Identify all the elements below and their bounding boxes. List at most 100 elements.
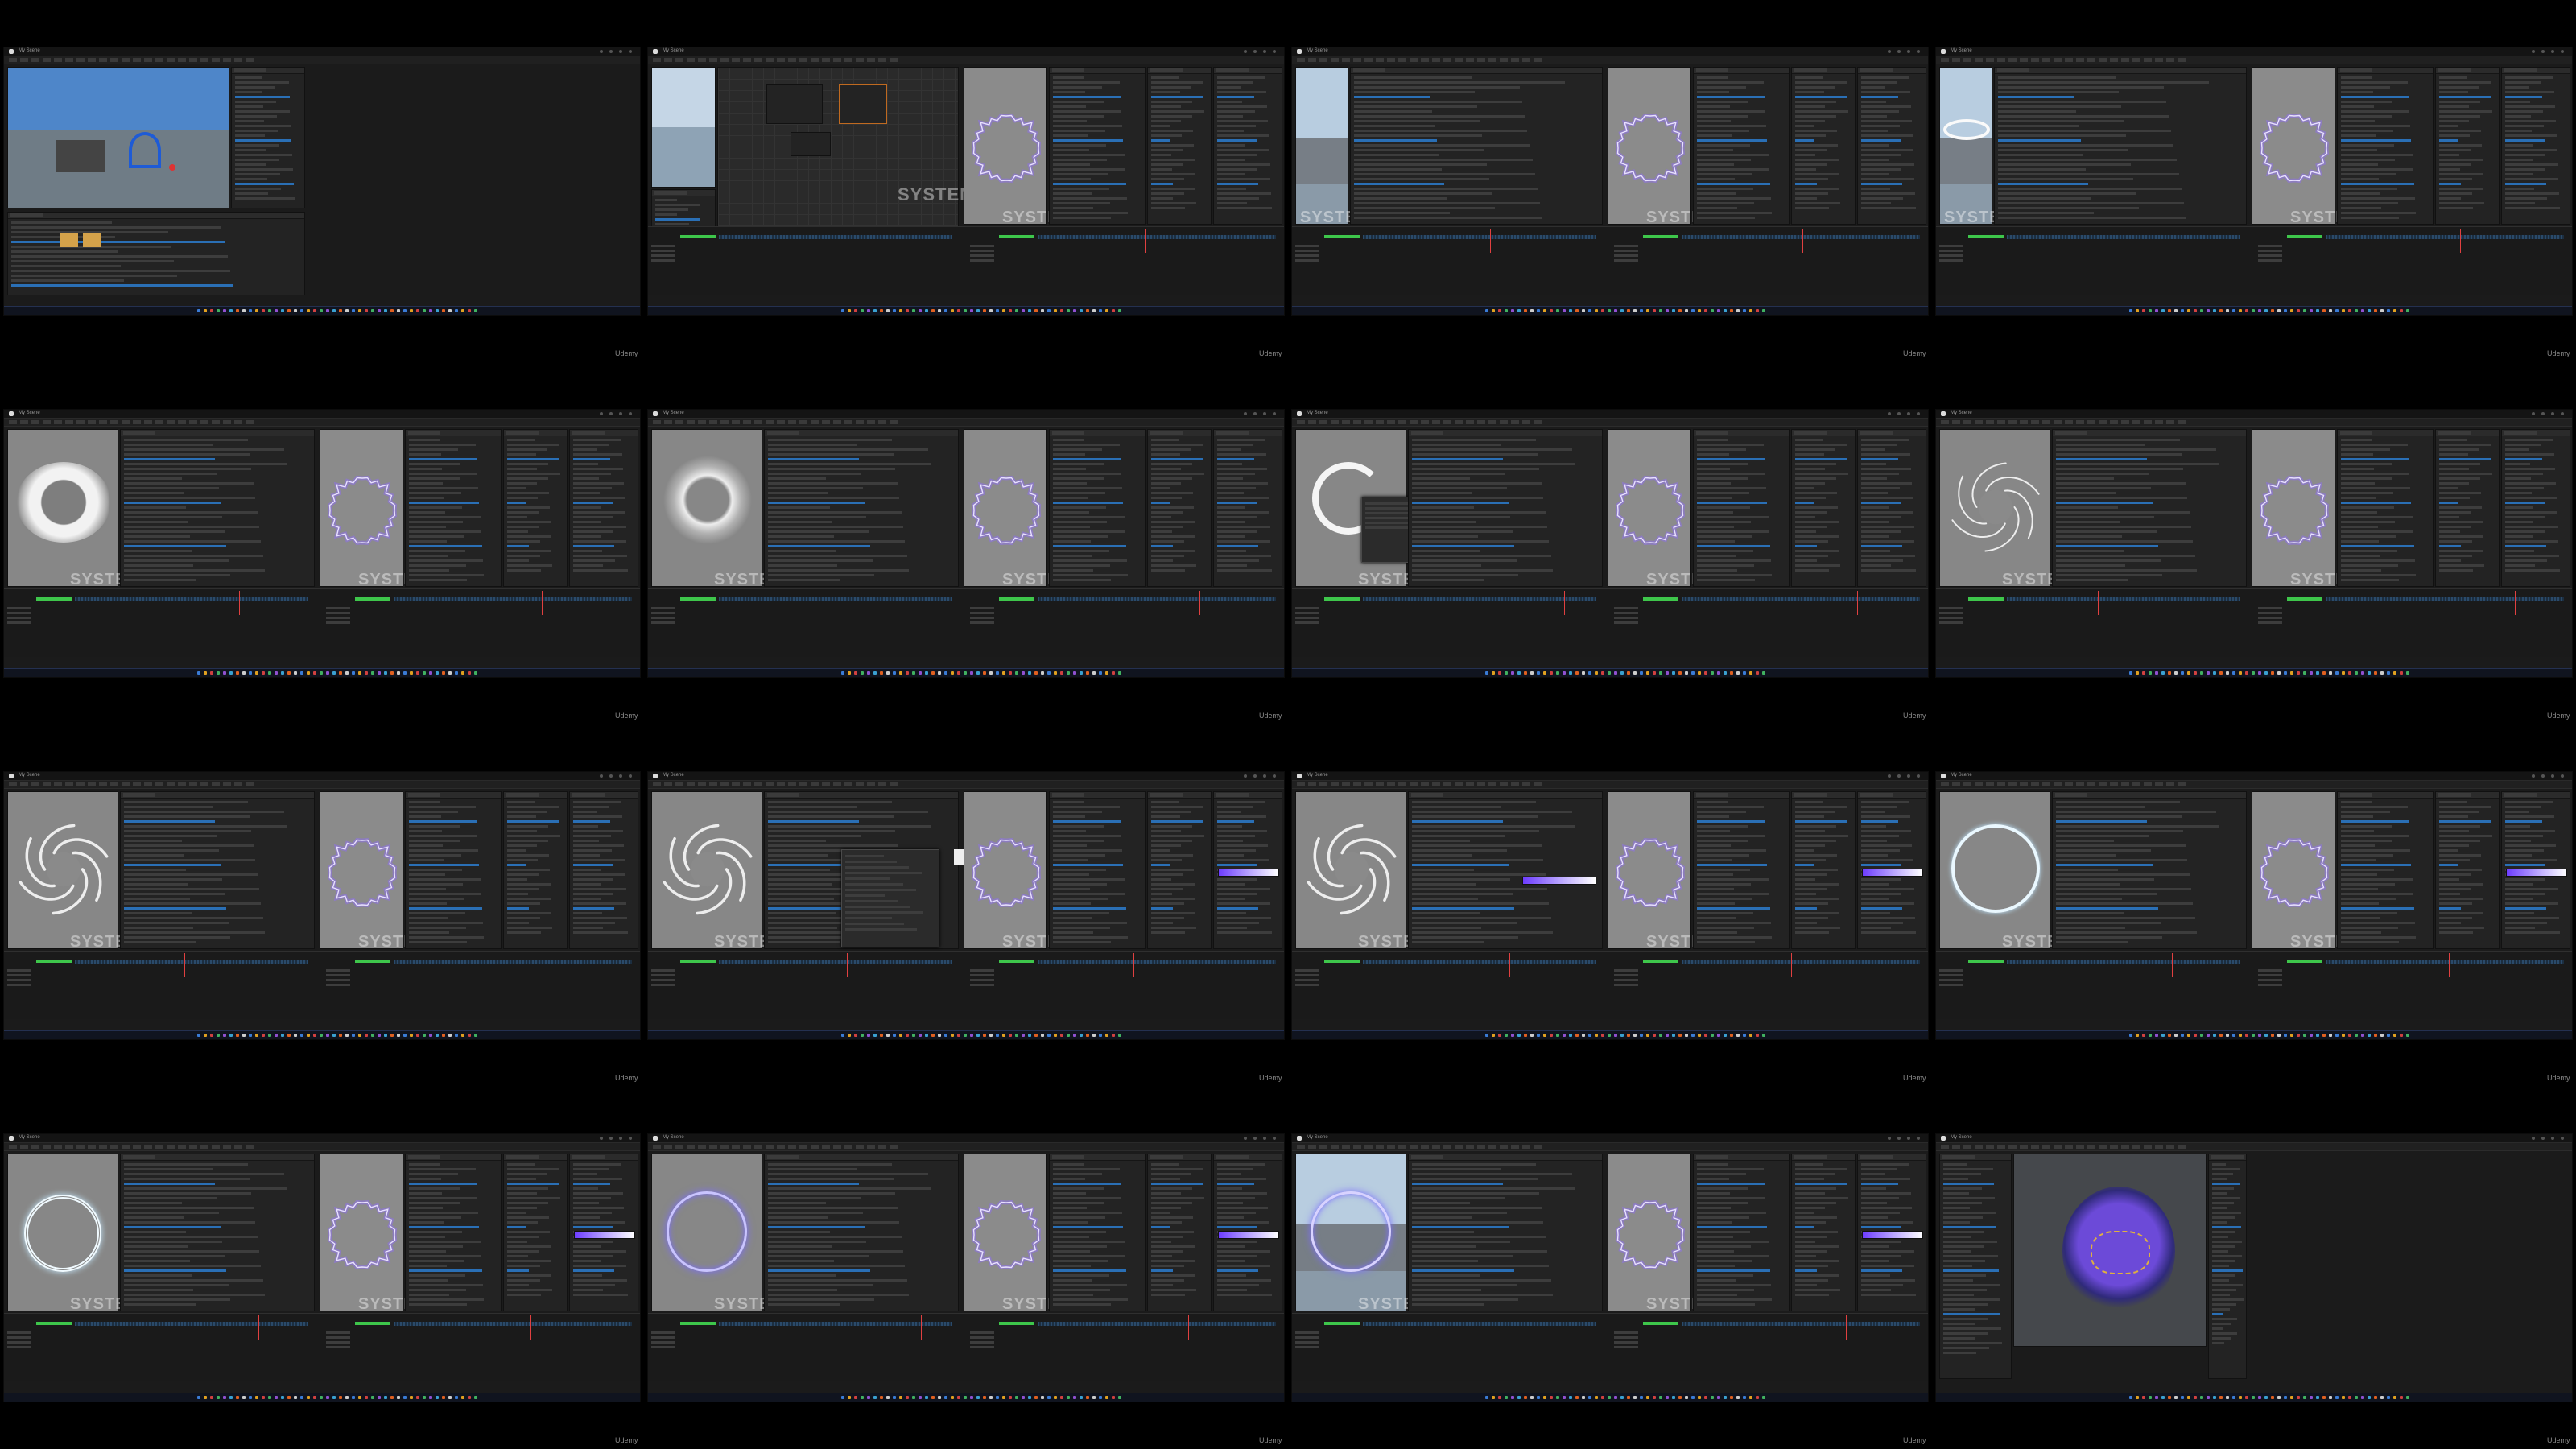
taskbar-app-icon[interactable] (249, 309, 252, 312)
property-row[interactable] (409, 811, 459, 813)
property-row[interactable] (768, 497, 900, 499)
property-row[interactable] (1151, 168, 1172, 171)
property-row[interactable] (573, 849, 612, 852)
timeline-track-active[interactable] (2287, 597, 2322, 601)
property-row[interactable] (1795, 192, 1829, 195)
toolbar-button[interactable] (76, 58, 85, 62)
property-row[interactable] (1151, 1178, 1180, 1180)
property-row[interactable] (507, 1187, 548, 1190)
property-row[interactable] (1697, 569, 1737, 572)
property-row[interactable] (2056, 830, 2184, 832)
property-row[interactable] (1053, 820, 1121, 823)
taskbar-app-icon[interactable] (410, 1034, 413, 1037)
toolbar-button[interactable] (811, 58, 819, 62)
toolbar-button[interactable] (1997, 782, 2005, 786)
property-row[interactable] (2056, 859, 2188, 861)
property-row[interactable] (1795, 1250, 1827, 1253)
property-row[interactable] (2505, 463, 2531, 465)
property-row[interactable] (573, 917, 628, 919)
color-gradient-editor[interactable] (1862, 869, 1923, 877)
toolbar-button[interactable] (1297, 420, 1305, 424)
asset-thumbnail[interactable] (60, 233, 78, 247)
property-row[interactable] (1053, 217, 1111, 219)
property-row[interactable] (768, 840, 826, 842)
taskbar-app-icon[interactable] (938, 671, 941, 675)
taskbar-app-icon[interactable] (1711, 671, 1714, 675)
taskbar-app-icon[interactable] (204, 671, 207, 675)
taskbar-app-icon[interactable] (2271, 671, 2274, 675)
toolbar-button[interactable] (1941, 420, 1949, 424)
taskbar-app-icon[interactable] (2335, 671, 2339, 675)
taskbar-app-icon[interactable] (2142, 309, 2145, 312)
property-row[interactable] (507, 521, 551, 523)
property-row[interactable] (1412, 801, 1536, 803)
property-row[interactable] (1795, 120, 1826, 122)
property-row[interactable] (1943, 1347, 1990, 1349)
property-row[interactable] (1795, 1207, 1826, 1209)
taskbar-app-icon[interactable] (1582, 1034, 1585, 1037)
property-row[interactable] (2439, 840, 2481, 842)
property-row[interactable] (1861, 521, 1889, 523)
property-row[interactable] (573, 912, 603, 914)
property-row[interactable] (1795, 1202, 1837, 1204)
property-row[interactable] (573, 1168, 610, 1170)
property-row[interactable] (1053, 439, 1084, 441)
taskbar-app-icon[interactable] (1086, 1034, 1089, 1037)
toolbar-button[interactable] (144, 1145, 152, 1149)
timeline-playhead[interactable] (2460, 229, 2461, 253)
panel-tab[interactable] (1353, 68, 1385, 72)
property-row[interactable] (507, 811, 547, 813)
property-row[interactable] (1151, 188, 1196, 190)
taskbar-app-icon[interactable] (255, 1034, 258, 1037)
property-row[interactable] (124, 1216, 184, 1219)
property-row[interactable] (1151, 811, 1191, 813)
taskbar-app-icon[interactable] (1530, 309, 1534, 312)
toolbar-button[interactable] (1511, 420, 1519, 424)
taskbar-app-icon[interactable] (390, 1034, 394, 1037)
property-row[interactable] (2341, 217, 2399, 219)
property-row[interactable] (2341, 559, 2416, 562)
property-row[interactable] (1151, 134, 1183, 137)
property-row[interactable] (768, 835, 861, 837)
property-row[interactable] (1412, 1192, 1540, 1195)
property-row[interactable] (768, 1173, 929, 1175)
taskbar-app-icon[interactable] (275, 671, 278, 675)
taskbar-app-icon[interactable] (1762, 309, 1765, 312)
property-row[interactable] (2505, 81, 2542, 84)
property-row[interactable] (2505, 101, 2531, 103)
taskbar-app-icon[interactable] (1724, 1396, 1727, 1399)
window-control-icon[interactable] (1263, 50, 1266, 53)
property-row[interactable] (2505, 922, 2548, 924)
toolbar-button[interactable] (110, 420, 118, 424)
taskbar-app-icon[interactable] (880, 1396, 883, 1399)
toolbar-button[interactable] (122, 420, 130, 424)
property-row[interactable] (2056, 453, 2182, 456)
toolbar-button[interactable] (1963, 58, 1971, 62)
toolbar-button[interactable] (1443, 782, 1451, 786)
property-row[interactable] (1151, 1212, 1170, 1214)
property-row[interactable] (409, 545, 482, 547)
property-row[interactable] (1943, 1337, 1976, 1340)
taskbar-app-icon[interactable] (365, 1396, 368, 1399)
property-row[interactable] (1412, 869, 1474, 871)
property-row[interactable] (124, 458, 215, 460)
taskbar-app-icon[interactable] (1620, 671, 1624, 675)
taskbar-app-icon[interactable] (1550, 1396, 1553, 1399)
toolbar-button[interactable] (1331, 782, 1339, 786)
property-row[interactable] (1795, 178, 1828, 180)
property-row[interactable] (1943, 1202, 1983, 1204)
panel-tab[interactable] (1794, 1155, 1827, 1159)
taskbar-app-icon[interactable] (983, 1034, 986, 1037)
toolbar-button[interactable] (799, 420, 807, 424)
property-row[interactable] (573, 1178, 623, 1180)
property-row[interactable] (1861, 1260, 1890, 1262)
taskbar-app-icon[interactable] (2393, 671, 2396, 675)
taskbar-app-icon[interactable] (474, 309, 477, 312)
taskbar-app-icon[interactable] (352, 1034, 355, 1037)
property-row[interactable] (573, 506, 601, 509)
property-row[interactable] (1861, 130, 1888, 132)
property-row[interactable] (1217, 835, 1256, 837)
property-row[interactable] (1053, 502, 1124, 504)
property-row[interactable] (124, 869, 186, 871)
property-row[interactable] (507, 439, 536, 441)
